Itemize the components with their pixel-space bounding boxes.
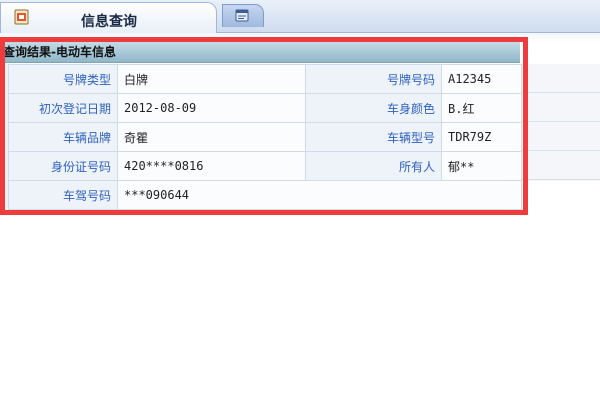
right-empty-column <box>522 64 600 181</box>
vehicle-model-label: 车辆型号 <box>305 122 442 152</box>
right-empty-cell <box>522 93 600 122</box>
body-color-label: 车身颜色 <box>305 93 442 123</box>
tab-secondary[interactable] <box>222 4 264 27</box>
window-icon <box>235 9 249 22</box>
plate-type-value: 白牌 <box>117 64 306 94</box>
vehicle-brand-label: 车辆品牌 <box>8 122 118 152</box>
id-number-value: 420****0816 <box>117 151 306 181</box>
left-margin <box>0 64 8 208</box>
owner-value: 郁** <box>441 151 522 181</box>
table-row: 车辆品牌 奇瞿 车辆型号 TDR79Z <box>8 122 522 152</box>
frame-number-value: ***090644 <box>117 180 522 210</box>
report-icon <box>14 9 29 25</box>
plate-number-value: A12345 <box>441 64 522 94</box>
table-row: 车驾号码 ***090644 <box>8 180 522 210</box>
frame-number-label: 车驾号码 <box>8 180 118 210</box>
body-color-value: B.红 <box>441 93 522 123</box>
tab-info-query[interactable]: 信息查询 <box>0 2 217 33</box>
vehicle-info-table: 号牌类型 白牌 号牌号码 A12345 初次登记日期 2012-08-09 车身… <box>8 64 522 210</box>
first-registration-date-label: 初次登记日期 <box>8 93 118 123</box>
table-row: 初次登记日期 2012-08-09 车身颜色 B.红 <box>8 93 522 123</box>
tab-bar: 信息查询 <box>0 0 600 33</box>
section-header: 查询结果-电动车信息 <box>3 42 520 63</box>
right-empty-cell <box>522 122 600 151</box>
plate-number-label: 号牌号码 <box>305 64 442 94</box>
vehicle-brand-value: 奇瞿 <box>117 122 306 152</box>
id-number-label: 身份证号码 <box>8 151 118 181</box>
right-empty-cell <box>522 151 600 180</box>
plate-type-label: 号牌类型 <box>8 64 118 94</box>
table-row: 身份证号码 420****0816 所有人 郁** <box>8 151 522 181</box>
first-registration-date-value: 2012-08-09 <box>117 93 306 123</box>
tab-info-query-label: 信息查询 <box>81 14 137 30</box>
table-row: 号牌类型 白牌 号牌号码 A12345 <box>8 64 522 94</box>
owner-label: 所有人 <box>305 151 442 181</box>
vehicle-model-value: TDR79Z <box>441 122 522 152</box>
section-title: 查询结果-电动车信息 <box>3 45 116 59</box>
right-empty-cell <box>522 64 600 93</box>
